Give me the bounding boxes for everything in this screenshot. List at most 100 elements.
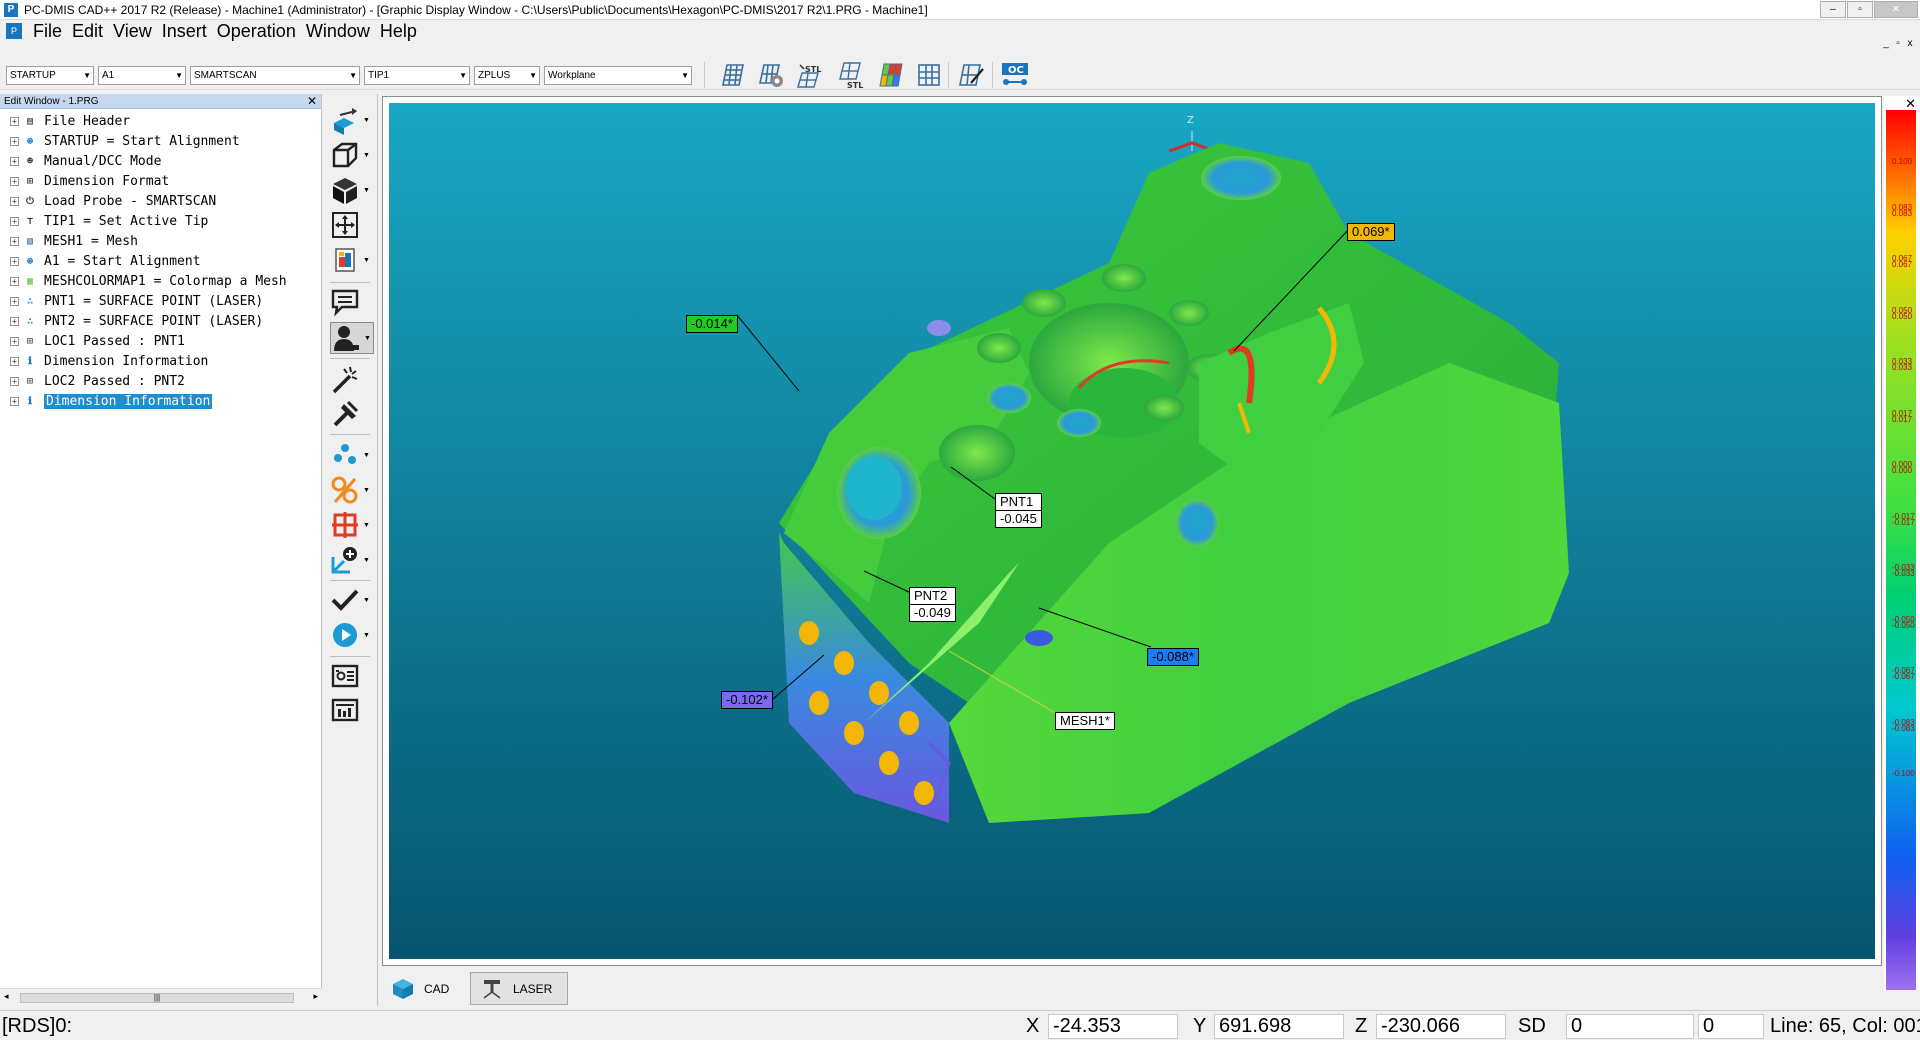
callout-minus-0-102[interactable]: -0.102* [721, 691, 773, 709]
cube-view-button[interactable]: ▼ [330, 139, 374, 171]
callout-minus-0-088[interactable]: -0.088* [1147, 648, 1199, 666]
rotate-view-button[interactable]: ▼ [330, 104, 374, 136]
percent-button[interactable]: ▼ [330, 474, 374, 506]
menu-edit[interactable]: Edit [67, 21, 108, 42]
tools-button[interactable] [330, 398, 374, 430]
minimize-button[interactable]: – [1820, 1, 1846, 18]
import-stl-button[interactable]: STL [796, 60, 826, 90]
report-template-icon [331, 698, 359, 722]
tab-laser[interactable]: LASER [470, 972, 568, 1005]
expand-icon[interactable]: + [10, 176, 19, 186]
tree-item[interactable]: + ⏻ Load Probe - SMARTSCAN [0, 191, 321, 211]
mdi-minimize-button[interactable]: _ [1880, 38, 1892, 49]
colormap-icon [879, 63, 903, 87]
scroll-right-icon[interactable]: ▸ [313, 991, 318, 1002]
fit-view-button[interactable] [330, 209, 374, 241]
menu-window[interactable]: Window [301, 21, 375, 42]
header-icon: ▤ [26, 115, 34, 127]
expand-icon[interactable]: + [10, 376, 19, 386]
tip-combo[interactable]: TIP1 ▼ [364, 66, 470, 85]
restore-button[interactable]: ▫ [1847, 1, 1873, 18]
expand-icon[interactable]: + [10, 396, 19, 406]
expand-icon[interactable]: + [10, 316, 19, 326]
menu-insert[interactable]: Insert [157, 21, 212, 42]
laser-icon [483, 979, 501, 999]
alignment-combo[interactable]: STARTUP ▼ [6, 66, 94, 85]
expand-icon[interactable]: + [10, 296, 19, 306]
colormap-tick-label: -0.050 [1892, 620, 1915, 630]
tree-item[interactable]: + ⊛ STARTUP = Start Alignment [0, 131, 321, 151]
expand-icon[interactable]: + [10, 116, 19, 126]
tree-item[interactable]: + ☻ Manual/DCC Mode [0, 151, 321, 171]
alignment-select-combo[interactable]: A1 ▼ [98, 66, 186, 85]
mdi-restore-button[interactable]: ▫ [1892, 38, 1904, 49]
mesh-grid-button[interactable] [914, 60, 944, 90]
colormap-button[interactable] [876, 60, 906, 90]
tree-item[interactable]: + ⊞ Dimension Format [0, 171, 321, 191]
part-model[interactable]: Z [389, 103, 1875, 959]
callout-mesh1[interactable]: MESH1* [1055, 712, 1115, 730]
export-stl-button[interactable]: STL [836, 60, 866, 90]
pnt1-label[interactable]: PNT1 -0.045 [995, 493, 1042, 528]
edit-window-close-icon[interactable]: ✕ [307, 94, 317, 109]
tree-item[interactable]: + ▦ MESHCOLORMAP1 = Colormap a Mesh [0, 271, 321, 291]
mdi-close-button[interactable]: x [1904, 38, 1916, 49]
report-button[interactable] [330, 660, 374, 692]
scroll-thumb[interactable]: ||| [20, 993, 294, 1003]
expand-icon[interactable]: + [10, 276, 19, 286]
check-button[interactable]: ▼ [330, 584, 374, 616]
expand-icon[interactable]: + [10, 356, 19, 366]
mesh-edit-button[interactable] [956, 60, 986, 90]
pnt2-label[interactable]: PNT2 -0.049 [909, 587, 956, 622]
close-button[interactable]: ✕ [1874, 1, 1918, 18]
menu-view[interactable]: View [108, 21, 157, 42]
point-button[interactable]: ▼ [330, 439, 374, 471]
tree-item[interactable]: + ⊞ LOC2 Passed : PNT2 [0, 371, 321, 391]
window-title: PC-DMIS CAD++ 2017 R2 (Release) - Machin… [24, 2, 928, 17]
probe-mode-button[interactable]: ▼ [330, 322, 374, 354]
expand-icon[interactable]: + [10, 156, 19, 166]
execute-button[interactable]: ▼ [330, 619, 374, 651]
scroll-left-icon[interactable]: ◂ [4, 991, 9, 1002]
expand-icon[interactable]: + [10, 196, 19, 206]
menu-file[interactable]: File [28, 21, 67, 42]
expand-icon[interactable]: + [10, 256, 19, 266]
report-template-button[interactable] [330, 694, 374, 726]
tab-cad[interactable]: CAD [382, 972, 466, 1005]
tree-item[interactable]: + ℹ Dimension Information [0, 391, 321, 411]
add-feature-button[interactable]: ▼ [330, 544, 374, 576]
horizontal-scrollbar[interactable]: ◂ ||| ▸ [0, 988, 322, 1006]
tree-item-label: TIP1 = Set Active Tip [44, 213, 209, 229]
menu-help[interactable]: Help [375, 21, 422, 42]
expand-icon[interactable]: + [10, 136, 19, 146]
alignment-tool-button[interactable]: ▼ [330, 509, 374, 541]
tree-item[interactable]: + ℹ Dimension Information [0, 351, 321, 371]
point-icon [334, 444, 356, 464]
solid-view-button[interactable]: ▼ [330, 174, 374, 206]
tree-item[interactable]: + ∴ PNT2 = SURFACE POINT (LASER) [0, 311, 321, 331]
comment-button[interactable] [330, 286, 374, 318]
tree-item[interactable]: + ⊛ A1 = Start Alignment [0, 251, 321, 271]
mesh-button[interactable] [718, 60, 748, 90]
callout-minus-0-014[interactable]: -0.014* [686, 315, 738, 333]
tree-item[interactable]: + ⊤ TIP1 = Set Active Tip [0, 211, 321, 231]
expand-icon[interactable]: + [10, 216, 19, 226]
graphics-viewport[interactable]: Z -0.014* 0.069* -0.088* -0.102* MESH1* … [389, 103, 1875, 959]
probe-combo[interactable]: SMARTSCAN ▼ [190, 66, 360, 85]
magic-wand-button[interactable] [330, 364, 374, 396]
oc-button[interactable]: OC [1000, 60, 1030, 90]
tree-item[interactable]: + ⊞ LOC1 Passed : PNT1 [0, 331, 321, 351]
document-icon[interactable]: P [6, 23, 22, 39]
expand-icon[interactable]: + [10, 236, 19, 246]
view-combo[interactable]: ZPLUS ▼ [474, 66, 540, 85]
edit-window-title: Edit Window - 1.PRG [4, 96, 99, 107]
expand-icon[interactable]: + [10, 336, 19, 346]
tree-item[interactable]: + ∴ PNT1 = SURFACE POINT (LASER) [0, 291, 321, 311]
callout-0-069[interactable]: 0.069* [1347, 223, 1395, 241]
menu-operation[interactable]: Operation [212, 21, 301, 42]
mesh-settings-button[interactable] [756, 60, 786, 90]
tree-item[interactable]: + ▧ MESH1 = Mesh [0, 231, 321, 251]
graphics-mode-button[interactable]: ▼ [330, 244, 374, 276]
workplane-combo[interactable]: Workplane ▼ [544, 66, 692, 85]
tree-item[interactable]: + ▤ File Header [0, 111, 321, 131]
